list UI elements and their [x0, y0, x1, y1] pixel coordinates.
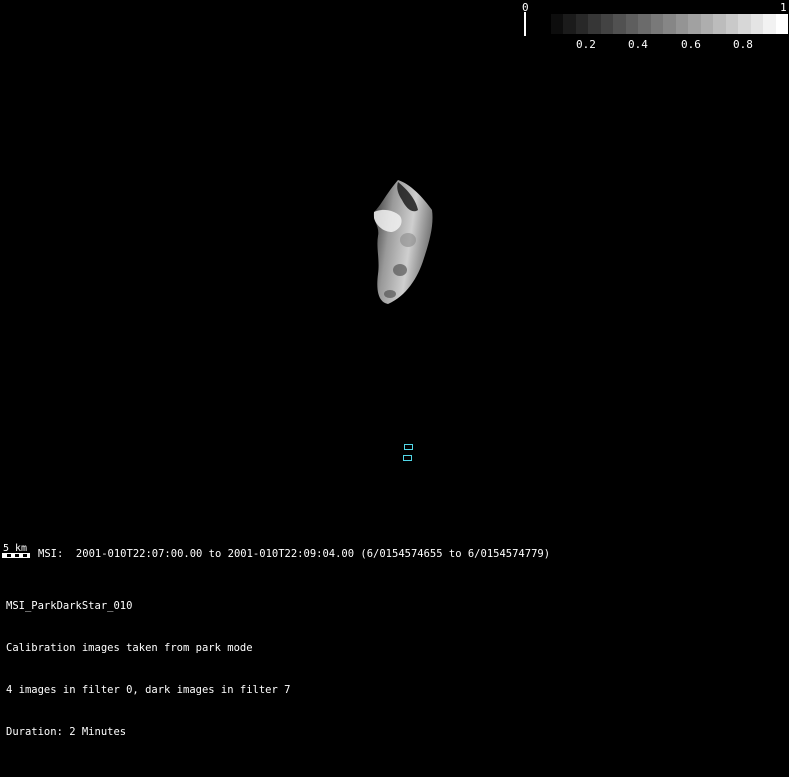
colorbar-swatch — [725, 14, 738, 34]
image-footprint[interactable] — [404, 444, 413, 450]
colorbar-swatch — [588, 14, 601, 34]
colorbar-swatch — [763, 14, 776, 34]
colorbar-tick-label: 0.6 — [681, 38, 701, 51]
observation-time-range: MSI: 2001-010T22:07:00.00 to 2001-010T22… — [38, 548, 551, 560]
colorbar-swatch — [775, 14, 788, 34]
sequence-duration: Duration: 2 Minutes — [6, 726, 127, 738]
colorbar-swatch — [613, 14, 626, 34]
crater — [400, 233, 416, 247]
sequence-filters: 4 images in filter 0, dark images in fil… — [6, 684, 291, 696]
colorbar-swatch — [550, 14, 563, 34]
colorbar-tick-label: 0.4 — [628, 38, 648, 51]
colorbar-swatch — [638, 14, 651, 34]
colorbar-tick-label: 0.8 — [733, 38, 753, 51]
colorbar-axis — [524, 12, 526, 36]
observation-info: MSI_ParkDarkStar_010 Calibration images … — [6, 571, 290, 753]
colorbar-swatch — [750, 14, 763, 34]
colorbar-swatch — [625, 14, 638, 34]
scale-bar — [2, 553, 30, 558]
colorbar-gradient — [538, 14, 788, 34]
asteroid-image — [373, 180, 433, 304]
colorbar-swatch — [738, 14, 751, 34]
sequence-description: Calibration images taken from park mode — [6, 642, 253, 654]
sequence-title: MSI_ParkDarkStar_010 — [6, 600, 133, 612]
image-footprint[interactable] — [403, 455, 412, 461]
colorbar: 0 1 0.2 0.4 0.6 0.8 — [0, 0, 789, 60]
colorbar-swatch — [675, 14, 688, 34]
colorbar-swatch — [713, 14, 726, 34]
colorbar-max-label: 1 — [780, 1, 787, 14]
colorbar-swatch — [538, 14, 551, 34]
colorbar-swatch — [700, 14, 713, 34]
colorbar-tick-label: 0.2 — [576, 38, 596, 51]
colorbar-swatch — [600, 14, 613, 34]
colorbar-swatch — [650, 14, 663, 34]
colorbar-swatch — [563, 14, 576, 34]
colorbar-swatch — [575, 14, 588, 34]
colorbar-swatch — [688, 14, 701, 34]
crater — [384, 290, 396, 298]
colorbar-swatch — [663, 14, 676, 34]
crater — [393, 264, 407, 276]
